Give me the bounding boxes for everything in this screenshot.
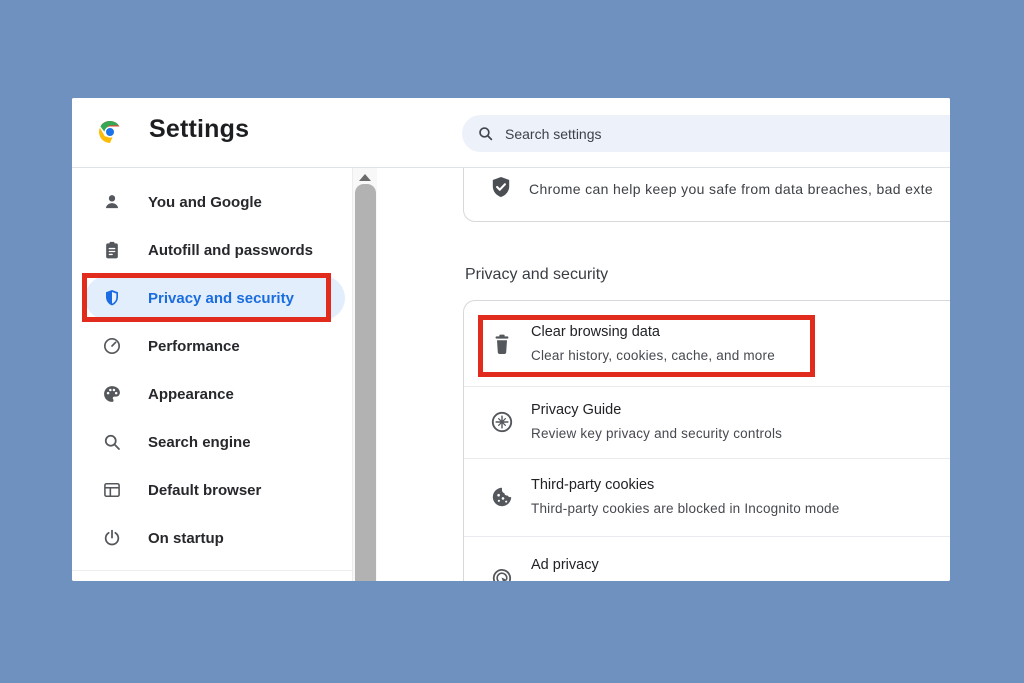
sidebar-item-label: Default browser (148, 482, 261, 499)
sidebar-item-label: Appearance (148, 386, 234, 403)
sidebar-scrollbar[interactable] (352, 168, 377, 581)
row-clear-browsing-data[interactable]: Clear browsing data Clear history, cooki… (464, 301, 950, 386)
row-title: Ad privacy (531, 553, 599, 577)
sidebar-item-label: Autofill and passwords (148, 242, 313, 259)
row-title: Third-party cookies (531, 473, 839, 497)
autofill-icon (102, 240, 122, 260)
sidebar-item-on-startup[interactable]: On startup (72, 514, 353, 562)
settings-window: Settings Search settings You and Google (72, 98, 950, 581)
row-title: Clear browsing data (531, 320, 775, 344)
appearance-icon (102, 384, 122, 404)
section-heading: Privacy and security (465, 264, 608, 286)
row-subtitle: Clear history, cookies, cache, and more (531, 344, 775, 368)
sidebar-item-autofill[interactable]: Autofill and passwords (72, 226, 353, 274)
performance-icon (102, 336, 122, 356)
search-icon (477, 125, 494, 142)
cookie-icon (490, 485, 514, 509)
search-placeholder: Search settings (505, 126, 602, 142)
safety-check-banner: Chrome can help keep you safe from data … (463, 168, 950, 222)
safety-shield-icon (489, 175, 513, 199)
search-settings-input[interactable]: Search settings (462, 115, 950, 152)
safety-banner-text: Chrome can help keep you safe from data … (529, 179, 933, 199)
ad-privacy-icon (490, 566, 514, 581)
sidebar-item-performance[interactable]: Performance (72, 322, 353, 370)
row-subtitle: Third-party cookies are blocked in Incog… (531, 497, 839, 521)
scrollbar-up-arrow-icon[interactable] (359, 174, 371, 181)
sidebar-item-privacy-and-security[interactable]: Privacy and security (72, 274, 353, 322)
sidebar-item-label: Performance (148, 338, 240, 355)
sidebar-item-label: You and Google (148, 194, 262, 211)
default-browser-icon (102, 480, 122, 500)
sidebar-item-appearance[interactable]: Appearance (72, 370, 353, 418)
sidebar-divider (72, 570, 353, 571)
row-title: Privacy Guide (531, 398, 782, 422)
privacy-shield-icon (102, 288, 122, 308)
sidebar-item-label: Search engine (148, 434, 251, 451)
search-engine-icon (102, 432, 122, 452)
row-ad-privacy[interactable]: Ad privacy (464, 536, 950, 581)
sidebar-item-default-browser[interactable]: Default browser (72, 466, 353, 514)
row-subtitle: Review key privacy and security controls (531, 422, 782, 446)
sidebar-item-label: On startup (148, 530, 224, 547)
chrome-logo (98, 120, 122, 144)
row-third-party-cookies[interactable]: Third-party cookies Third-party cookies … (464, 458, 950, 536)
trash-icon (490, 332, 514, 356)
sidebar-nav: You and Google Autofill and passwords Pr… (72, 168, 378, 581)
settings-header: Settings Search settings (72, 98, 950, 168)
row-privacy-guide[interactable]: Privacy Guide Review key privacy and sec… (464, 386, 950, 458)
compass-icon (490, 410, 514, 434)
scrollbar-thumb[interactable] (355, 184, 376, 581)
sidebar-item-label: Privacy and security (148, 290, 294, 307)
person-icon (102, 192, 122, 212)
on-startup-icon (102, 528, 122, 548)
privacy-security-card: Clear browsing data Clear history, cooki… (463, 300, 950, 581)
sidebar-item-you-and-google[interactable]: You and Google (72, 178, 353, 226)
page-title: Settings (149, 115, 249, 144)
sidebar-item-search-engine[interactable]: Search engine (72, 418, 353, 466)
